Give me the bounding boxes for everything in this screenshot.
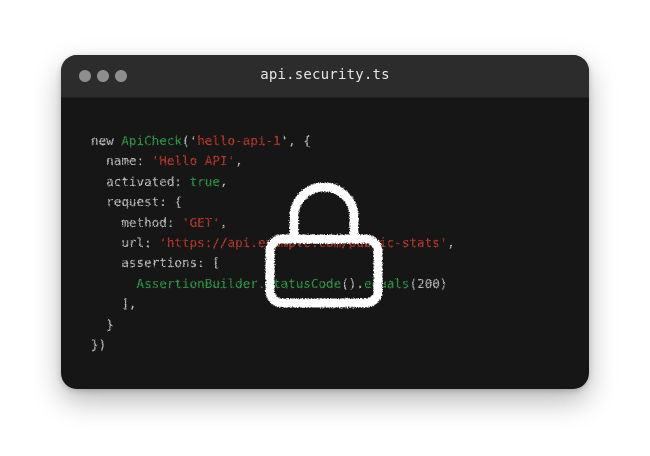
lock-icon xyxy=(265,182,383,308)
code-token: (200) xyxy=(409,275,448,291)
code-token: ], xyxy=(91,296,137,312)
code-token: request: { xyxy=(91,194,182,210)
code-token: hello-api-1 xyxy=(197,133,281,148)
code-line: new ApiCheck('hello-api-1', { xyxy=(91,131,455,151)
code-line: } xyxy=(91,315,455,335)
code-token: } xyxy=(91,316,114,332)
code-token: method: xyxy=(91,214,182,230)
code-token: activated: xyxy=(91,173,190,189)
code-token: name: xyxy=(91,153,152,169)
code-token: (' xyxy=(182,133,198,148)
code-token: ', { xyxy=(280,133,311,148)
code-token: ApiCheck xyxy=(121,133,183,148)
code-token: assertions: [ xyxy=(91,255,220,271)
code-token: true xyxy=(189,173,220,189)
window-title: api.security.ts xyxy=(260,67,390,83)
code-token: 'GET' xyxy=(182,214,220,230)
code-token: new xyxy=(91,133,122,148)
code-line: name: 'Hello API', xyxy=(91,151,455,171)
code-token: , xyxy=(219,173,228,189)
code-token: , xyxy=(235,153,243,169)
code-line: }) xyxy=(91,335,455,355)
code-window: api.security.ts new ApiCheck('hello-api-… xyxy=(61,55,589,389)
code-token: , xyxy=(447,234,455,250)
code-token: 'Hello API' xyxy=(151,153,236,169)
code-token: url: xyxy=(91,234,160,250)
window-titlebar: api.security.ts xyxy=(61,55,589,98)
code-token: }) xyxy=(91,336,107,352)
code-token: , xyxy=(219,214,228,230)
